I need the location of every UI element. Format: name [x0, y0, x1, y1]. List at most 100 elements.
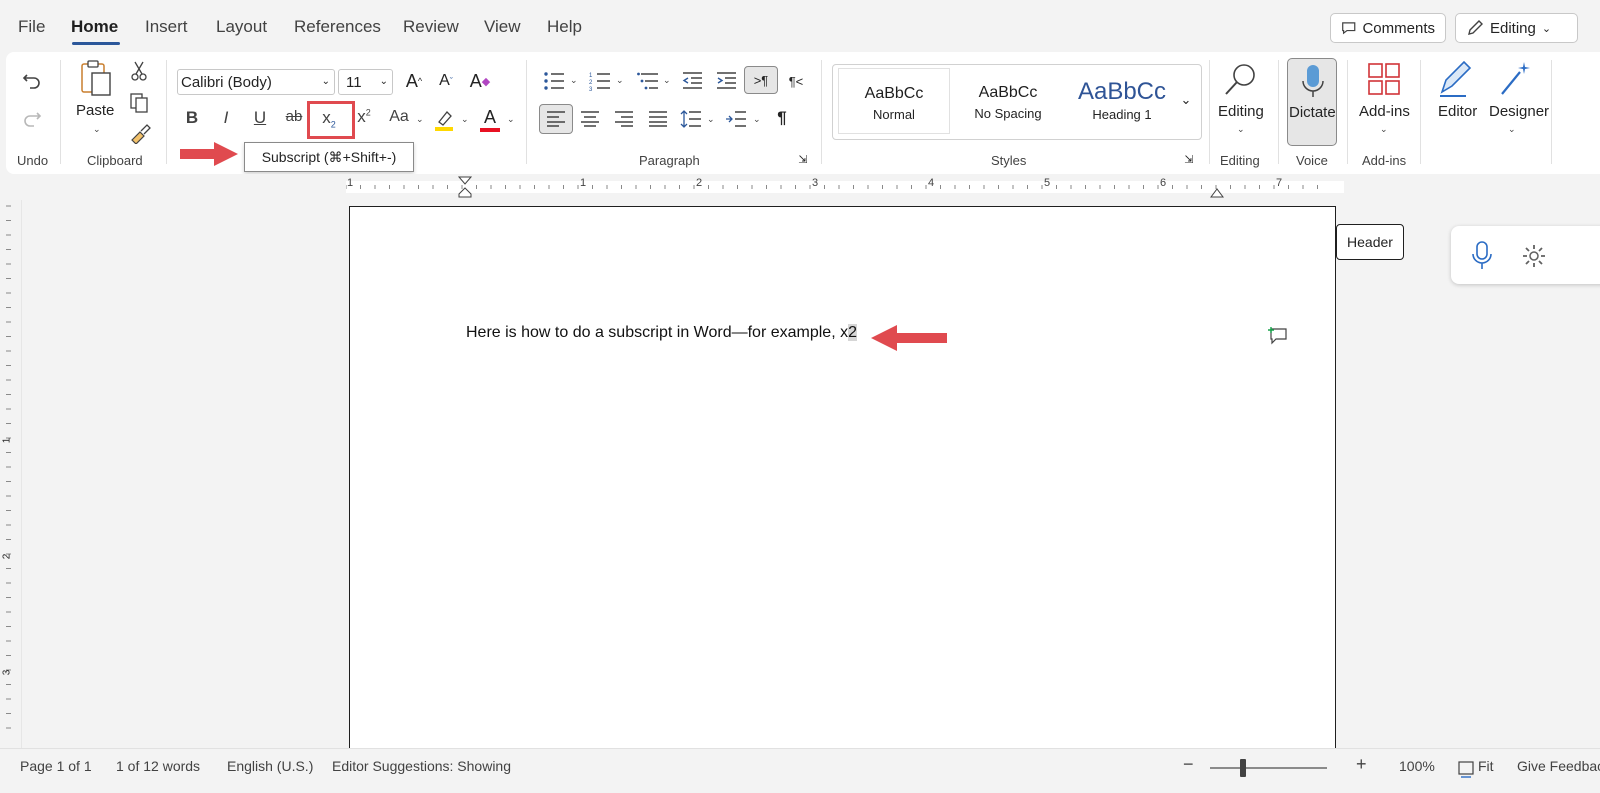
- add-ins-icon[interactable]: [1367, 62, 1401, 96]
- align-right-icon[interactable]: [612, 108, 636, 130]
- selected-subscript-text[interactable]: 2: [848, 324, 857, 341]
- format-painter-icon[interactable]: [128, 122, 152, 144]
- ltr-text-direction-icon[interactable]: >¶: [744, 66, 778, 94]
- font-name-dropdown[interactable]: Calibri (Body) ⌄: [177, 69, 335, 95]
- find-search-icon[interactable]: [1222, 60, 1260, 98]
- designer-wand-icon[interactable]: [1496, 58, 1534, 98]
- chevron-down-icon[interactable]: ⌄: [93, 124, 101, 135]
- horizontal-ruler[interactable]: 1 1 2 3 4 5 6 7: [0, 174, 1600, 199]
- give-feedback-link[interactable]: Give Feedbac: [1517, 758, 1600, 774]
- word-count-status[interactable]: 1 of 12 words: [116, 758, 200, 774]
- superscript-icon[interactable]: x2: [352, 107, 376, 127]
- tab-home[interactable]: Home: [71, 17, 118, 37]
- comments-button[interactable]: Comments: [1330, 13, 1446, 43]
- style-name: Heading 1: [1092, 107, 1152, 122]
- redo-icon[interactable]: [20, 106, 44, 130]
- paste-label[interactable]: Paste: [76, 102, 114, 119]
- undo-icon[interactable]: [20, 68, 44, 92]
- paragraph-spacing-icon[interactable]: [724, 108, 748, 130]
- microphone-icon[interactable]: [1471, 241, 1493, 271]
- settings-gear-icon[interactable]: [1521, 243, 1547, 269]
- language-status[interactable]: English (U.S.): [227, 758, 313, 774]
- document-paragraph[interactable]: Here is how to do a subscript in Word—fo…: [466, 324, 857, 342]
- new-comment-icon[interactable]: [1268, 326, 1288, 346]
- chevron-down-icon[interactable]: ⌄: [616, 75, 624, 86]
- chevron-down-icon[interactable]: ⌄: [1508, 124, 1516, 135]
- dialog-launcher-icon[interactable]: ⇲: [1182, 152, 1196, 166]
- designer-button-label[interactable]: Designer: [1489, 103, 1549, 120]
- style-no-spacing[interactable]: AaBbCc No Spacing: [952, 68, 1064, 134]
- font-size-dropdown[interactable]: 11 ⌄: [338, 69, 393, 95]
- clipboard-group-label: Clipboard: [87, 153, 143, 168]
- editor-suggestions-status[interactable]: Editor Suggestions: Showing: [332, 758, 511, 774]
- rtl-text-direction-icon[interactable]: ¶<: [784, 70, 808, 92]
- align-left-icon[interactable]: [539, 104, 573, 134]
- fit-label[interactable]: Fit: [1478, 758, 1494, 774]
- shrink-font-icon[interactable]: Aˇ: [434, 70, 458, 92]
- chevron-down-icon[interactable]: ⌄: [416, 114, 424, 125]
- chevron-down-icon[interactable]: ⌄: [663, 75, 671, 86]
- grow-font-icon[interactable]: A ^: [402, 70, 426, 92]
- chevron-down-icon[interactable]: ⌄: [507, 114, 515, 125]
- dictate-button[interactable]: Dictate: [1287, 58, 1337, 146]
- justify-icon[interactable]: [646, 108, 670, 130]
- styles-more-icon[interactable]: ⌄: [1178, 92, 1194, 108]
- chevron-down-icon[interactable]: ⌄: [707, 114, 715, 125]
- align-center-icon[interactable]: [578, 108, 602, 130]
- style-normal[interactable]: AaBbCc Normal: [838, 68, 950, 134]
- dialog-launcher-icon[interactable]: ⇲: [796, 152, 810, 166]
- editing-mode-button[interactable]: Editing ⌄: [1455, 13, 1578, 43]
- zoom-slider-track[interactable]: [1210, 767, 1327, 769]
- paragraph-text[interactable]: Here is how to do a subscript in Word—fo…: [466, 324, 848, 341]
- tab-help[interactable]: Help: [547, 17, 582, 37]
- editor-pen-icon[interactable]: [1436, 58, 1474, 98]
- strikethrough-icon[interactable]: ab: [282, 108, 306, 125]
- tab-file[interactable]: File: [18, 17, 45, 37]
- multilevel-list-icon[interactable]: [636, 70, 660, 92]
- add-ins-button-label[interactable]: Add-ins: [1359, 103, 1410, 120]
- font-color-icon[interactable]: A: [478, 106, 502, 132]
- tab-view[interactable]: View: [484, 17, 521, 37]
- tab-insert[interactable]: Insert: [145, 17, 188, 37]
- zoom-level[interactable]: 100%: [1399, 758, 1435, 774]
- vertical-ruler[interactable]: 1 2 3: [0, 200, 22, 748]
- numbering-icon[interactable]: 123: [588, 70, 612, 92]
- increase-indent-icon[interactable]: [714, 70, 738, 92]
- chevron-down-icon[interactable]: ⌄: [570, 75, 578, 86]
- tab-review[interactable]: Review: [403, 17, 459, 37]
- zoom-slider-thumb[interactable]: [1240, 759, 1246, 777]
- chevron-down-icon[interactable]: ⌄: [461, 114, 469, 125]
- change-case-icon[interactable]: Aa: [387, 108, 411, 126]
- indent-marker-icon[interactable]: [457, 176, 473, 198]
- right-indent-marker-icon[interactable]: [1209, 186, 1225, 198]
- chevron-down-icon[interactable]: ⌄: [1380, 124, 1388, 135]
- italic-icon[interactable]: I: [214, 108, 238, 128]
- add-ins-group-label: Add-ins: [1362, 153, 1407, 168]
- cut-icon[interactable]: [128, 60, 150, 82]
- tab-references[interactable]: References: [294, 17, 381, 37]
- document-page[interactable]: Here is how to do a subscript in Word—fo…: [349, 206, 1336, 766]
- clear-formatting-icon[interactable]: A ◆: [468, 70, 492, 92]
- zoom-out-icon[interactable]: −: [1183, 754, 1194, 775]
- style-heading-1[interactable]: AaBbCc Heading 1: [1066, 68, 1178, 134]
- tab-layout[interactable]: Layout: [216, 17, 267, 37]
- line-spacing-icon[interactable]: [679, 108, 703, 130]
- chevron-down-icon[interactable]: ⌄: [753, 114, 761, 125]
- highlight-icon[interactable]: [432, 108, 456, 132]
- bold-icon[interactable]: B: [180, 108, 204, 128]
- fit-icon[interactable]: [1457, 760, 1475, 778]
- comments-label: Comments: [1362, 19, 1435, 37]
- paste-icon[interactable]: [78, 58, 114, 98]
- decrease-indent-icon[interactable]: [680, 70, 704, 92]
- editing-button-label[interactable]: Editing: [1218, 103, 1264, 120]
- underline-icon[interactable]: U: [248, 108, 272, 128]
- page-count-status[interactable]: Page 1 of 1: [20, 758, 92, 774]
- editing-mode-label: Editing: [1490, 19, 1536, 37]
- editor-button-label[interactable]: Editor: [1438, 103, 1477, 120]
- show-formatting-marks-icon[interactable]: ¶: [770, 107, 794, 129]
- chevron-down-icon[interactable]: ⌄: [1237, 124, 1245, 135]
- bullets-icon[interactable]: [542, 70, 566, 92]
- zoom-in-icon[interactable]: +: [1356, 754, 1367, 775]
- header-button[interactable]: Header: [1336, 224, 1404, 260]
- copy-icon[interactable]: [128, 92, 150, 114]
